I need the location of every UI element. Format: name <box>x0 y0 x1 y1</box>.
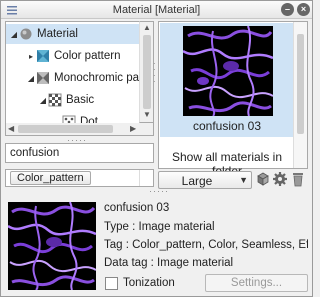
gear-icon[interactable] <box>272 171 288 187</box>
trash-icon[interactable] <box>290 171 306 187</box>
scroll-down-arrow-icon[interactable]: ▼ <box>143 110 151 119</box>
monochromic-pattern-icon <box>37 72 49 84</box>
expand-arrow-icon[interactable]: ◢ <box>26 74 36 83</box>
tag-scrollbar[interactable] <box>139 170 153 186</box>
material-detail-panel: confusion 03 Type : Image material Tag :… <box>5 194 309 294</box>
tree-item-label: Basic <box>66 94 95 106</box>
window-title: Material [Material] <box>112 4 201 16</box>
detail-data-tag: Data tag : Image material <box>104 257 234 269</box>
detail-material-name: confusion 03 <box>104 202 170 214</box>
title-bar[interactable]: Material [Material] – × <box>1 1 312 19</box>
scroll-left-arrow-icon[interactable]: ◀ <box>8 124 14 133</box>
tree-item-label: Material <box>37 28 78 40</box>
detail-tags: Tag : Color_pattern, Color, Seamless, Ef… <box>104 239 308 251</box>
minimize-button[interactable]: – <box>281 3 294 16</box>
material-window: Material [Material] – × ◢ Material ▸ Col… <box>0 0 313 297</box>
tree-item-label: Monochromic pat <box>54 72 143 84</box>
scroll-thumb[interactable] <box>143 35 151 109</box>
close-button[interactable]: × <box>297 3 310 16</box>
settings-button[interactable]: Settings... <box>205 274 308 292</box>
material-item-selected[interactable]: confusion 03 <box>160 23 294 137</box>
detail-thumbnail <box>8 202 96 290</box>
tree-item-basic[interactable]: ◢ Basic <box>6 90 153 110</box>
tag-color-pattern[interactable]: Color_pattern <box>10 171 91 185</box>
color-pattern-icon <box>37 50 49 62</box>
material-item-label: confusion 03 <box>192 119 262 133</box>
tree-item-monochromic-pattern[interactable]: ◢ Monochromic pat <box>6 68 153 88</box>
thumbnail-size-select[interactable]: Large ▼ <box>158 171 252 189</box>
tree-item-material[interactable]: ◢ Material <box>6 24 153 44</box>
basic-pattern-icon <box>48 93 62 107</box>
material-list-view[interactable]: confusion 03 Show all materials in folde… <box>158 21 308 178</box>
collapsed-arrow-icon[interactable]: ▸ <box>26 52 36 61</box>
tree-item-color-pattern[interactable]: ▸ Color pattern <box>6 46 153 66</box>
tag-bar: Color_pattern <box>5 169 154 187</box>
expand-arrow-icon[interactable]: ◢ <box>9 30 19 39</box>
thumbnail-size-value: Large <box>181 174 213 188</box>
scroll-thumb[interactable] <box>18 125 113 133</box>
material-search-input[interactable]: confusion <box>5 143 154 163</box>
chevron-down-icon: ▼ <box>239 175 248 185</box>
tree-vertical-scrollbar[interactable]: ▲ ▼ <box>139 21 154 123</box>
bucket-icon[interactable] <box>255 171 271 187</box>
tonization-label: Tonization <box>123 277 175 289</box>
expand-arrow-icon[interactable]: ◢ <box>38 96 48 105</box>
scroll-right-arrow-icon[interactable]: ▶ <box>130 124 136 133</box>
scroll-up-arrow-icon[interactable]: ▲ <box>143 23 151 32</box>
material-view-scrollbar[interactable] <box>293 22 307 168</box>
material-thumbnail <box>183 26 273 116</box>
tonization-checkbox[interactable] <box>105 277 118 290</box>
detail-type: Type : Image material <box>104 221 215 233</box>
tree-item-label: Color pattern <box>54 50 121 62</box>
material-folder-tree[interactable]: ◢ Material ▸ Color pattern ◢ Monochromic… <box>5 21 154 136</box>
material-ball-icon <box>20 28 32 40</box>
scroll-thumb[interactable] <box>297 34 304 134</box>
